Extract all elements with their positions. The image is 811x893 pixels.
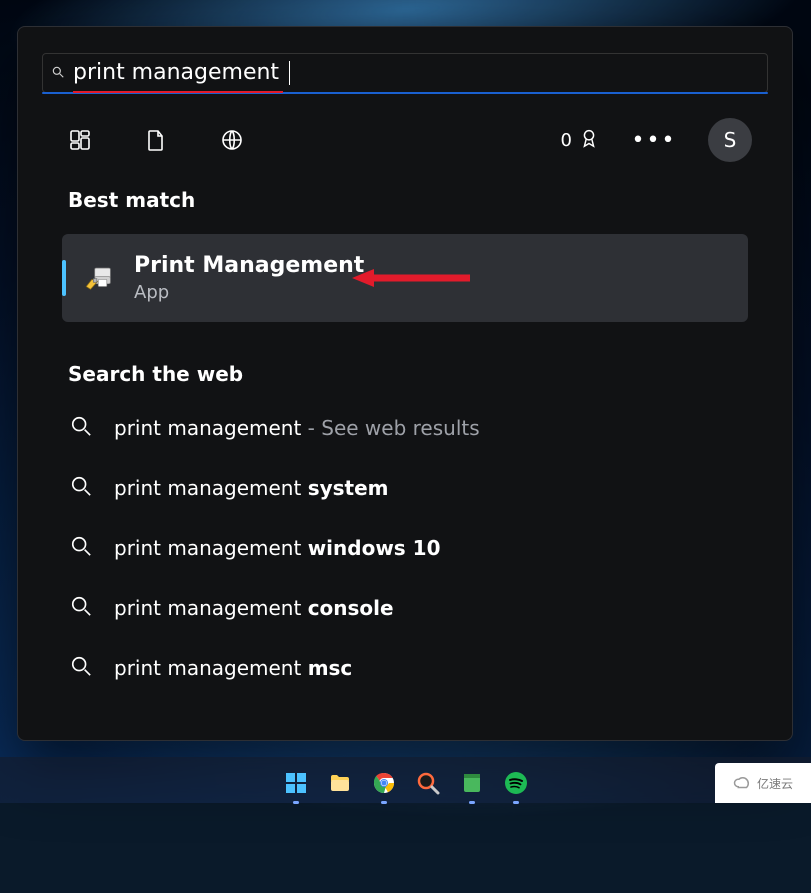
scope-web-icon[interactable] — [210, 118, 254, 162]
search-web-heading: Search the web — [18, 344, 792, 398]
search-input-text: print management — [73, 60, 279, 87]
text-caret — [289, 61, 290, 85]
start-button[interactable] — [282, 769, 310, 797]
watermark-badge: 亿速云 — [715, 763, 811, 803]
web-result-label: print management windows 10 — [114, 536, 441, 560]
search-icon — [70, 535, 92, 561]
web-results-list: print management - See web results print… — [18, 398, 792, 698]
best-match-text: Print Management App — [134, 253, 364, 303]
web-result-label: print management system — [114, 476, 389, 500]
user-avatar[interactable]: S — [708, 118, 752, 162]
print-management-icon — [82, 261, 116, 295]
annotation-arrow — [352, 267, 472, 289]
scope-documents-icon[interactable] — [134, 118, 178, 162]
web-result-label: print management - See web results — [114, 416, 480, 440]
web-result-item[interactable]: print management console — [64, 578, 746, 638]
web-result-label: print management msc — [114, 656, 352, 680]
notes-icon[interactable] — [458, 769, 486, 797]
file-explorer-icon[interactable] — [326, 769, 354, 797]
search-icon — [70, 415, 92, 441]
web-result-label: print management console — [114, 596, 394, 620]
taskbar — [0, 757, 811, 803]
magnifier-icon[interactable] — [414, 769, 442, 797]
avatar-initial: S — [724, 128, 737, 152]
more-options-button[interactable]: ••• — [632, 118, 676, 162]
web-result-item[interactable]: print management msc — [64, 638, 746, 698]
rewards-medal-icon — [578, 127, 600, 154]
chrome-icon[interactable] — [370, 769, 398, 797]
web-result-item[interactable]: print management - See web results — [64, 398, 746, 458]
best-match-result[interactable]: Print Management App — [62, 234, 748, 322]
best-match-subtitle: App — [134, 282, 364, 303]
web-result-item[interactable]: print management windows 10 — [64, 518, 746, 578]
search-scope-row: 0 ••• S — [18, 94, 792, 170]
spotify-icon[interactable] — [502, 769, 530, 797]
search-box[interactable]: print management — [42, 53, 768, 93]
search-icon — [51, 64, 65, 83]
search-icon — [70, 595, 92, 621]
start-search-panel: print management 0 ••• S Best match — [17, 26, 793, 741]
rewards-points[interactable]: 0 — [561, 127, 600, 154]
search-icon — [70, 475, 92, 501]
best-match-title: Print Management — [134, 253, 364, 278]
watermark-text: 亿速云 — [757, 775, 793, 792]
best-match-heading: Best match — [18, 170, 792, 224]
scope-apps-icon[interactable] — [58, 118, 102, 162]
search-icon — [70, 655, 92, 681]
rewards-points-value: 0 — [561, 130, 572, 151]
web-result-item[interactable]: print management system — [64, 458, 746, 518]
